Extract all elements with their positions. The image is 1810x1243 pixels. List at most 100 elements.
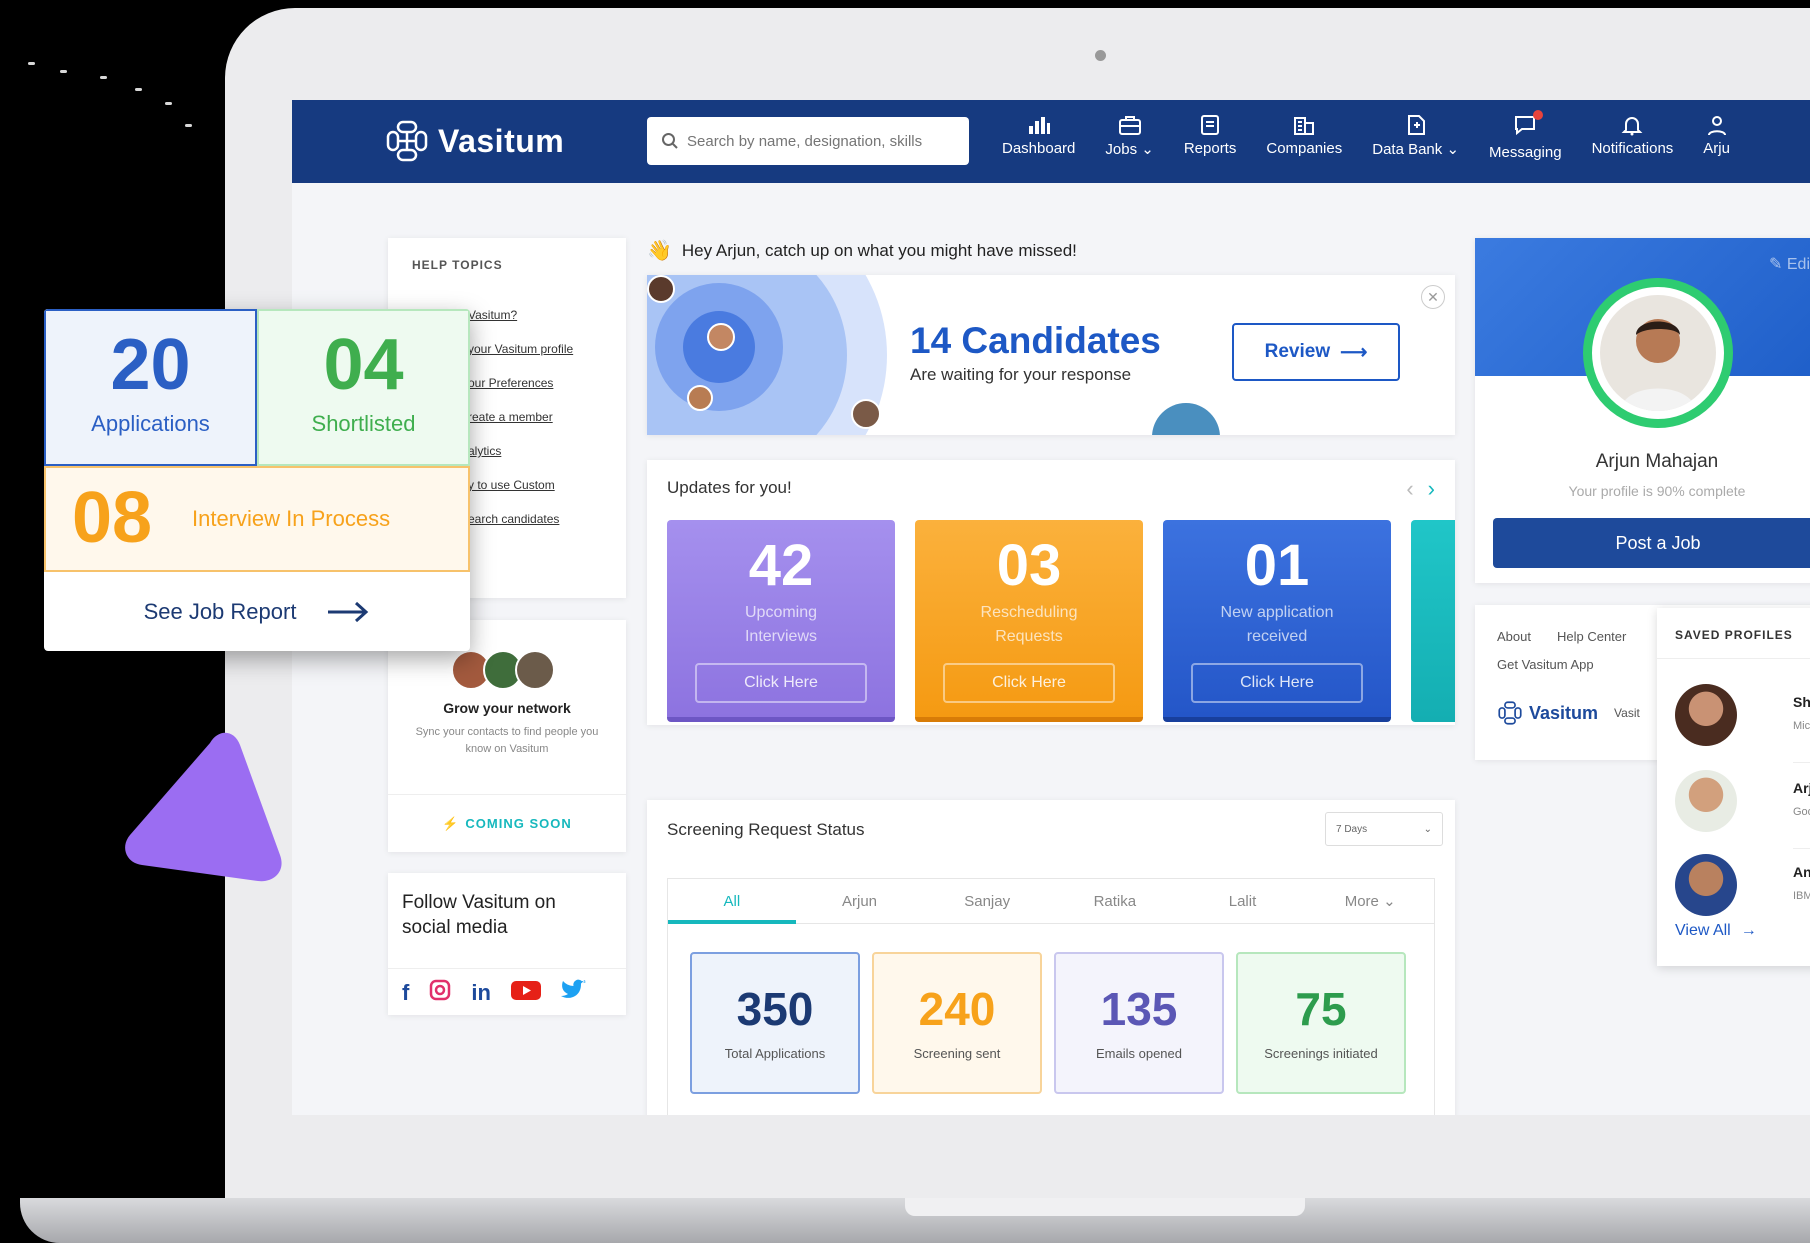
review-button[interactable]: Review ⟶ — [1232, 323, 1400, 381]
tab-arjun[interactable]: Arjun — [796, 879, 924, 923]
screening-stats: 350 Total Applications 240 Screening sen… — [667, 924, 1435, 1115]
chevron-down-icon: ⌄ — [1423, 823, 1432, 835]
footer-brand: Vasitum — [1529, 702, 1599, 723]
help-link[interactable]: y to use Custom — [468, 478, 573, 512]
avatar — [687, 385, 713, 411]
stat-screenings-initiated[interactable]: 75 Screenings initiated — [1236, 952, 1406, 1094]
profile-completion: Your profile is 90% complete — [1568, 483, 1746, 499]
help-center-link[interactable]: Help Center — [1557, 629, 1626, 644]
stat-number: 135 — [1100, 983, 1178, 1035]
saved-profile-item[interactable]: Arju Goog — [1675, 770, 1810, 850]
stat-number: 350 — [736, 983, 814, 1035]
stat-number: 240 — [918, 983, 996, 1035]
about-link[interactable]: About — [1497, 629, 1531, 644]
update-tile-rescheduling: 03 Rescheduling Requests Click Here — [915, 520, 1143, 722]
help-link[interactable]: Vasitum? — [468, 308, 573, 342]
youtube-icon[interactable] — [510, 979, 541, 1006]
tile-click-button[interactable]: Click Here — [943, 663, 1115, 703]
tile-desc-line: Requests — [995, 628, 1063, 645]
greeting-text: Hey Arjun, catch up on what you might ha… — [681, 240, 1077, 260]
saved-company: Micro — [1793, 720, 1810, 732]
tile-click-button[interactable]: Click Here — [1191, 663, 1363, 703]
range-select[interactable]: 7 Days ⌄ — [1325, 812, 1443, 846]
see-job-report-link[interactable]: See Job Report — [44, 572, 470, 651]
screening-title: Screening Request Status — [667, 820, 865, 839]
shortlisted-label: Shortlisted — [311, 411, 416, 436]
saved-company: IBM, — [1793, 890, 1810, 902]
tab-lalit[interactable]: Lalit — [1179, 879, 1307, 923]
nav-label: Arju — [1703, 140, 1730, 157]
linkedin-icon[interactable]: in — [471, 980, 491, 1006]
saved-profile-item[interactable]: Shar Micro — [1675, 684, 1810, 764]
close-icon[interactable]: ✕ — [1421, 285, 1445, 309]
nav-data-bank[interactable]: Data Bank ⌄ — [1372, 114, 1459, 161]
stat-label: Screenings initiated — [1264, 1046, 1378, 1061]
post-job-button[interactable]: Post a Job — [1493, 518, 1810, 568]
chevron-right-icon[interactable]: › — [1428, 476, 1435, 502]
stat-total-applications[interactable]: 350 Total Applications — [690, 952, 860, 1094]
twitter-icon[interactable] — [560, 979, 587, 1006]
tab-all[interactable]: All — [668, 879, 796, 924]
avatar — [1152, 403, 1220, 435]
help-link[interactable]: our Preferences — [468, 376, 573, 410]
nav-reports[interactable]: Reports — [1184, 114, 1236, 161]
nav-label-text: Data Bank — [1372, 141, 1443, 158]
tile-number: 03 — [996, 533, 1062, 598]
nav-dashboard[interactable]: Dashboard — [1002, 114, 1075, 161]
vasitum-logo-icon — [1498, 701, 1522, 725]
shortlisted-count: 04 — [323, 325, 404, 405]
stat-label: Total Applications — [724, 1046, 826, 1061]
facebook-icon[interactable]: f — [402, 980, 409, 1006]
coming-soon-label: ⚡ COMING SOON — [388, 794, 626, 852]
edit-profile-link[interactable]: ✎ Edi — [1769, 254, 1810, 274]
get-app-link[interactable]: Get Vasitum App — [1497, 657, 1594, 672]
tab-more[interactable]: More ⌄ — [1306, 879, 1434, 923]
decorative-dots — [0, 40, 240, 160]
review-label: Review — [1264, 341, 1331, 362]
arrow-right-icon — [328, 601, 369, 622]
stat-screening-sent[interactable]: 240 Screening sent — [872, 952, 1042, 1094]
nav-label-text: Jobs — [1105, 141, 1138, 158]
interview-stat[interactable]: 08 Interview In Process — [44, 466, 470, 572]
avatar — [515, 650, 555, 690]
wave-icon: 👋 — [647, 240, 672, 262]
stat-emails-opened[interactable]: 135 Emails opened — [1054, 952, 1224, 1094]
help-link[interactable]: reate a member — [468, 410, 573, 444]
view-all-link[interactable]: View All → — [1675, 922, 1757, 940]
help-link[interactable]: alytics — [468, 444, 573, 478]
chevron-left-icon[interactable]: ‹ — [1406, 476, 1413, 502]
arrow-right-icon: → — [1740, 922, 1757, 939]
update-tile-applications: 01 New application received Click Here — [1163, 520, 1391, 722]
nav-messaging[interactable]: Messaging — [1489, 110, 1562, 161]
search-box[interactable] — [647, 117, 969, 165]
avatar — [1675, 684, 1737, 746]
avatar[interactable] — [1600, 295, 1716, 411]
brand-logo[interactable]: Vasitum — [384, 118, 564, 164]
vasitum-logo-icon — [384, 118, 430, 164]
tab-ratika[interactable]: Ratika — [1051, 879, 1179, 923]
instagram-icon[interactable] — [429, 979, 451, 1006]
nav-companies[interactable]: Companies — [1266, 114, 1342, 161]
social-card: Follow Vasitum on social media f in — [388, 873, 626, 1015]
nav-jobs[interactable]: Jobs ⌄ — [1105, 114, 1154, 161]
interview-count: 08 — [72, 478, 153, 558]
tile-click-button[interactable]: Click Here — [695, 663, 867, 703]
network-avatars — [388, 650, 626, 690]
app-screen: Vasitum Dashboard Jobs ⌄ Reports — [292, 100, 1810, 1115]
tab-sanjay[interactable]: Sanjay — [923, 879, 1051, 923]
shortlisted-stat[interactable]: 04 Shortlisted — [257, 309, 470, 466]
nav-notifications[interactable]: Notifications — [1592, 114, 1673, 161]
nav-profile[interactable]: Arju — [1703, 114, 1730, 161]
applications-stat[interactable]: 20 Applications — [44, 309, 257, 466]
applications-count: 20 — [110, 325, 191, 405]
stat-label: Emails opened — [1096, 1046, 1182, 1061]
decorative-triangle — [125, 732, 282, 882]
nav-label: Companies — [1266, 140, 1343, 157]
help-link[interactable]: your Vasitum profile — [468, 342, 573, 376]
screening-status-card: Screening Request Status 7 Days ⌄ All Ar… — [647, 800, 1455, 1115]
help-link[interactable]: earch candidates — [468, 512, 573, 546]
saved-name: Arju — [1793, 780, 1810, 796]
tile-desc-line: Rescheduling — [980, 604, 1078, 621]
chat-icon-wrap — [1513, 110, 1544, 144]
search-input[interactable] — [687, 132, 957, 150]
